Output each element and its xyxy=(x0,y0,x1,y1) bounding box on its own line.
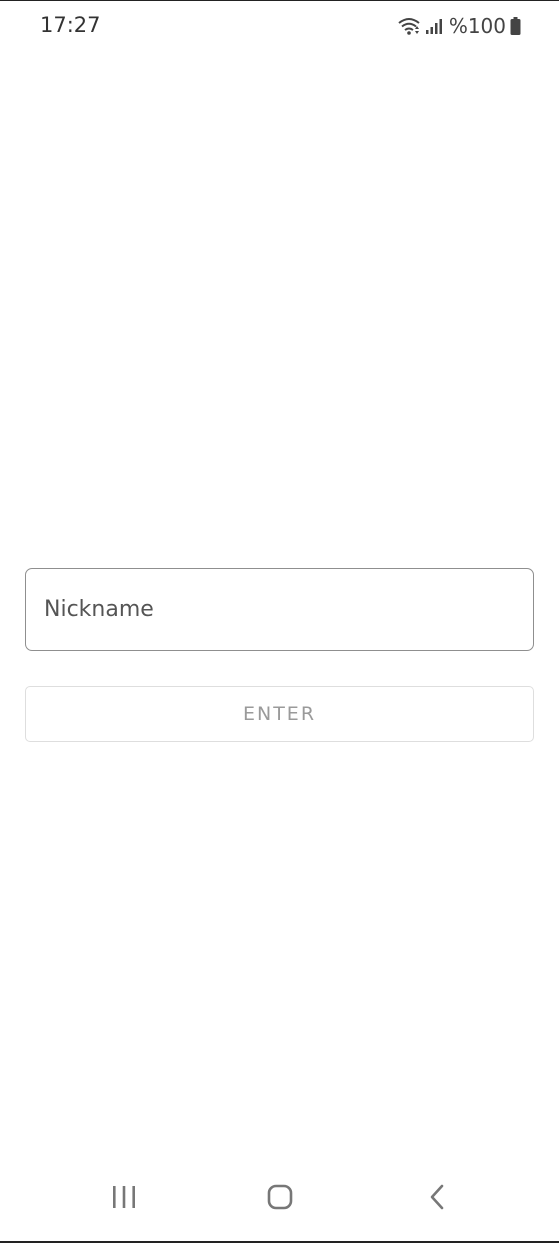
nickname-input[interactable] xyxy=(44,597,533,622)
enter-button-label: ENTER xyxy=(242,703,317,725)
recents-icon xyxy=(111,1185,137,1214)
back-button[interactable] xyxy=(413,1175,461,1223)
navigation-bar xyxy=(0,1163,559,1243)
wifi-icon xyxy=(397,16,421,36)
home-button[interactable] xyxy=(256,1175,304,1223)
battery-percentage: %100 xyxy=(448,14,506,38)
status-time: 17:27 xyxy=(40,13,101,37)
recents-button[interactable] xyxy=(100,1175,148,1223)
status-bar: 17:27 %100 xyxy=(0,1,559,51)
signal-icon xyxy=(425,17,443,35)
status-icons: %100 xyxy=(397,13,521,39)
home-icon xyxy=(266,1183,294,1216)
app-screen: 17:27 %100 Nickname ENTER xyxy=(0,0,559,1243)
back-icon xyxy=(427,1183,447,1216)
enter-button[interactable]: ENTER xyxy=(25,686,534,742)
nickname-field[interactable] xyxy=(25,568,534,651)
battery-icon xyxy=(510,17,521,35)
